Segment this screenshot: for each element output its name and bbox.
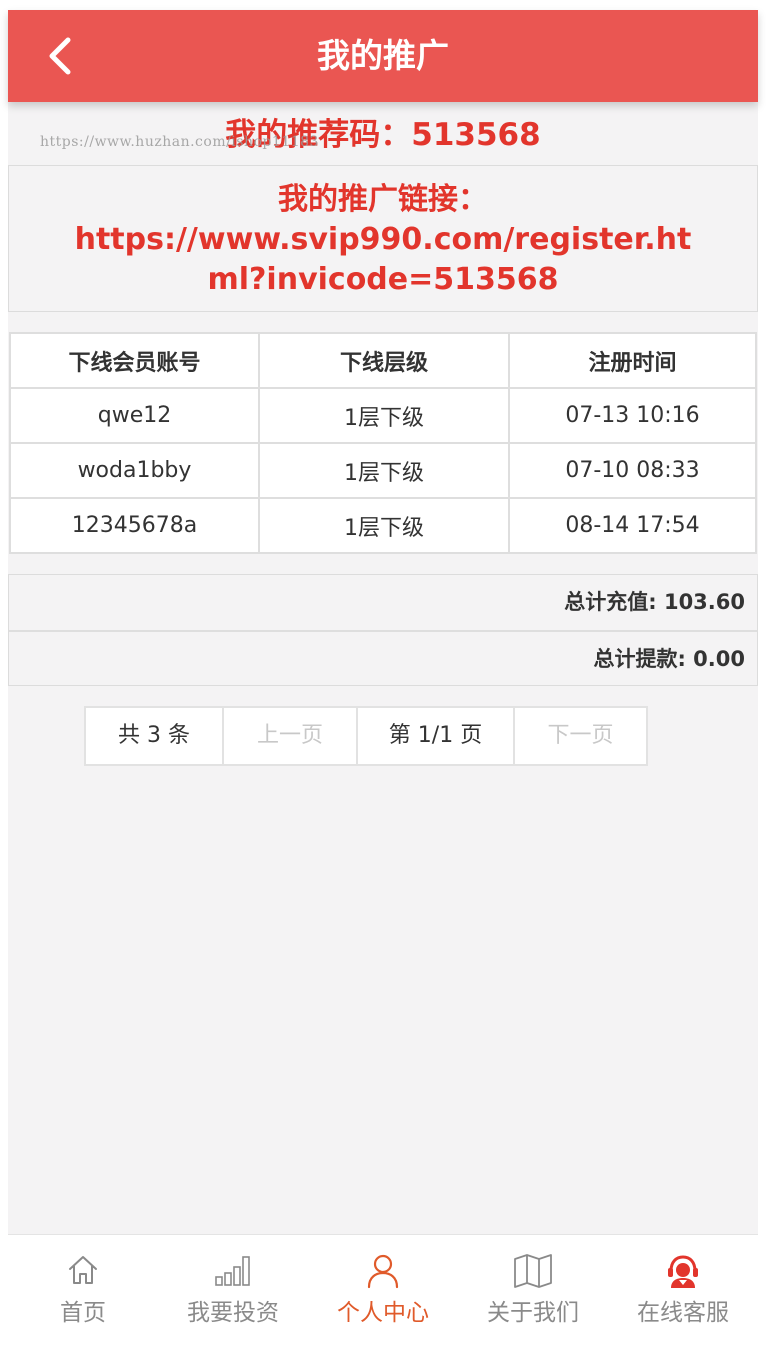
next-page-button[interactable]: 下一页 [513, 708, 646, 764]
table-row: qwe12 1层下级 07-13 10:16 [9, 387, 757, 444]
tab-customer-service[interactable]: 在线客服 [608, 1235, 758, 1344]
table-row: woda1bby 1层下级 07-10 08:33 [9, 442, 757, 499]
table-header-row: 下线会员账号 下线层级 注册时间 [9, 332, 757, 389]
totals-box: 总计充值: 103.60 总计提款: 0.00 [8, 574, 758, 686]
bottom-tab-bar: 首页 我要投资 个人中心 关于我们 在线客服 [8, 1234, 758, 1344]
tab-label-about: 关于我们 [487, 1300, 579, 1326]
referral-link-url[interactable]: https://www.svip990.com/register.html?in… [9, 220, 757, 300]
customer-service-icon [668, 1255, 698, 1288]
tab-home[interactable]: 首页 [8, 1235, 158, 1344]
tab-personal-center[interactable]: 个人中心 [308, 1235, 458, 1344]
tab-about[interactable]: 关于我们 [458, 1235, 608, 1344]
cell-level: 1层下级 [258, 442, 510, 499]
tab-label-customer-service: 在线客服 [637, 1300, 729, 1326]
total-recharge: 总计充值: 103.60 [564, 590, 745, 614]
tab-label-invest: 我要投资 [187, 1300, 279, 1326]
pagination-current-page: 第 1/1 页 [356, 708, 513, 764]
column-header-time: 注册时间 [508, 332, 757, 389]
page-title: 我的推广 [317, 36, 449, 75]
referral-link-label: 我的推广链接： [278, 182, 488, 217]
total-withdraw: 总计提款: 0.00 [9, 630, 757, 685]
page-frame: 我的推广 https://www.huzhan.com/ishop11183 我… [8, 10, 758, 1344]
cell-time: 07-10 08:33 [508, 442, 757, 499]
pagination: 共 3 条 上一页 第 1/1 页 下一页 [84, 706, 648, 766]
home-icon [69, 1256, 97, 1284]
cell-time: 08-14 17:54 [508, 497, 757, 554]
tab-label-personal-center: 个人中心 [337, 1300, 429, 1326]
downline-table: 下线会员账号 下线层级 注册时间 qwe12 1层下级 07-13 10:16 … [9, 332, 757, 554]
top-header: 我的推广 [8, 10, 758, 102]
cell-account: woda1bby [9, 442, 260, 499]
prev-page-button[interactable]: 上一页 [222, 708, 356, 764]
watermark-text: https://www.huzhan.com/ishop11183 [40, 134, 319, 150]
cell-level: 1层下级 [258, 387, 510, 444]
cell-time: 07-13 10:16 [508, 387, 757, 444]
referral-link-box: 我的推广链接： https://www.svip990.com/register… [8, 165, 758, 312]
map-book-icon [514, 1254, 552, 1288]
bar-chart-icon [215, 1256, 250, 1286]
column-header-level: 下线层级 [258, 332, 510, 389]
user-icon [367, 1254, 399, 1289]
tab-label-home: 首页 [60, 1300, 106, 1326]
tab-invest[interactable]: 我要投资 [158, 1235, 308, 1344]
pagination-count: 共 3 条 [118, 723, 190, 748]
cell-account: qwe12 [9, 387, 260, 444]
cell-account: 12345678a [9, 497, 260, 554]
table-row: 12345678a 1层下级 08-14 17:54 [9, 497, 757, 554]
column-header-account: 下线会员账号 [9, 332, 260, 389]
cell-level: 1层下级 [258, 497, 510, 554]
